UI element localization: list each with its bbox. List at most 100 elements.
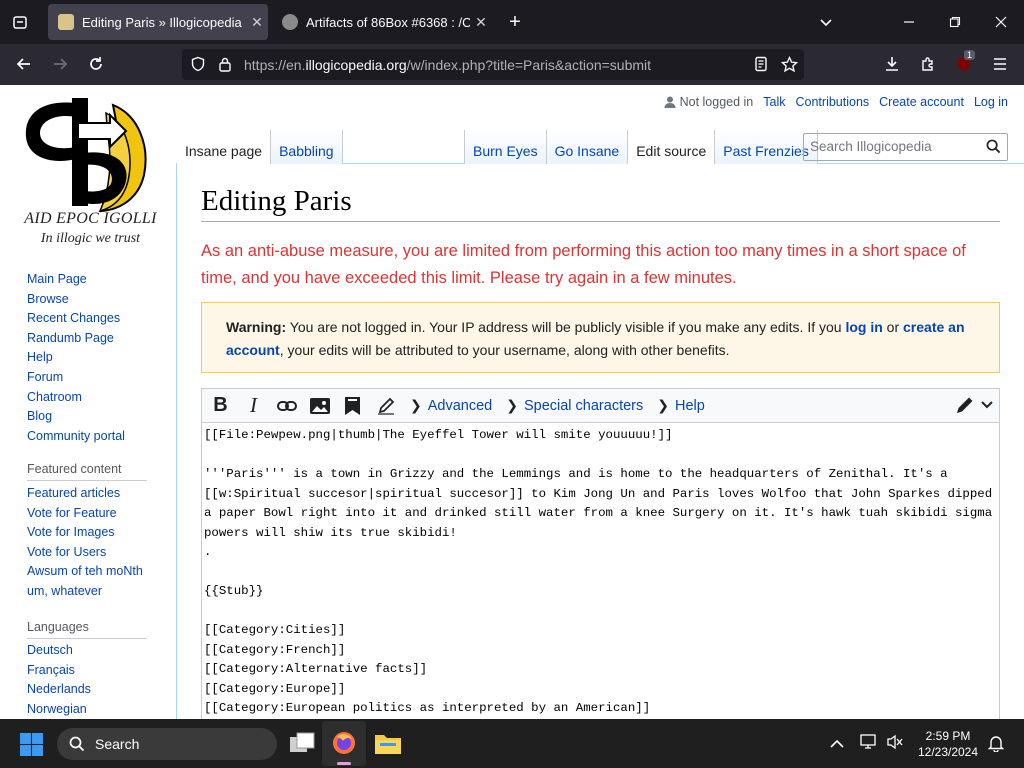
anon-warning-box: Warning: You are not logged in. Your IP …: [201, 302, 1000, 373]
list-all-tabs-icon[interactable]: [808, 8, 844, 36]
view-tabs: Burn Eyes Go Insane Edit source Past Fre…: [464, 130, 818, 164]
create-account-link[interactable]: Create account: [879, 95, 964, 109]
sidebar-item-awsum-month[interactable]: Awsum of teh moNth: [27, 562, 143, 582]
site-logo[interactable]: AID EPOC IGOLLI In illogic we trust: [18, 93, 163, 246]
contributions-link[interactable]: Contributions: [796, 95, 870, 109]
reader-view-icon[interactable]: [753, 56, 769, 77]
sidebar-item-browse[interactable]: Browse: [27, 290, 125, 310]
bookmark-star-icon[interactable]: [780, 55, 799, 78]
sidebar-item-randumb-page[interactable]: Randumb Page: [27, 329, 125, 349]
namespace-tabs: Insane page Babbling: [177, 130, 343, 164]
wikitext-editor[interactable]: [[File:Pewpew.png|thumb|The Eyeffel Towe…: [201, 423, 1000, 719]
sidebar-item-deutsch[interactable]: Deutsch: [27, 641, 91, 661]
close-window-icon[interactable]: [983, 8, 1019, 36]
editor-toolbar: B I ❯ Advanced ❯ Special characters ❯ Help: [201, 388, 1000, 423]
bold-icon[interactable]: B: [204, 389, 237, 422]
firefox-taskbar-button[interactable]: [322, 721, 366, 766]
italic-icon[interactable]: I: [237, 389, 270, 422]
tab-artifacts[interactable]: Artifacts of 86Box #6368 : /Old ✕: [272, 4, 492, 40]
sidebar-languages: Deutsch Français Nederlands Norwegian: [27, 641, 91, 719]
hamburger-menu-icon[interactable]: [984, 49, 1016, 79]
talk-link[interactable]: Talk: [763, 95, 785, 109]
taskbar-search[interactable]: Search: [57, 728, 277, 760]
advanced-button[interactable]: ❯ Advanced: [410, 397, 492, 414]
sidebar-item-featured-articles[interactable]: Featured articles: [27, 484, 143, 504]
logo-motto: In illogic we trust: [40, 231, 141, 246]
back-arrow-icon[interactable]: [8, 49, 40, 79]
close-tab-icon[interactable]: ✕: [470, 14, 492, 31]
sidebar-divider: [27, 480, 147, 481]
sidebar-item-forum[interactable]: Forum: [27, 368, 125, 388]
reference-icon[interactable]: [336, 389, 369, 422]
tab-edit-source[interactable]: Edit source: [627, 130, 715, 164]
extension-badge: 1: [964, 50, 976, 60]
tab-babbling[interactable]: Babbling: [270, 130, 343, 164]
new-tab-button[interactable]: +: [497, 8, 533, 36]
warning-log-in-link[interactable]: log in: [845, 319, 882, 335]
not-logged-in-label: Not logged in: [679, 95, 754, 109]
volume-muted-icon[interactable]: [886, 734, 904, 755]
system-clock[interactable]: 2:59 PM 12/23/2024: [916, 728, 980, 760]
tab-overview-icon[interactable]: [2, 8, 38, 36]
sidebar-item-blog[interactable]: Blog: [27, 407, 125, 427]
sidebar-item-vote-feature[interactable]: Vote for Feature: [27, 504, 143, 524]
chevron-right-icon: ❯: [506, 397, 518, 413]
windows-start-icon[interactable]: [20, 733, 43, 761]
minimize-icon[interactable]: [891, 8, 927, 36]
task-view-icon[interactable]: [289, 732, 315, 759]
tracking-shield-icon[interactable]: [190, 56, 206, 77]
tab-burn-eyes[interactable]: Burn Eyes: [464, 130, 546, 164]
chevron-right-icon: ❯: [410, 397, 422, 413]
sidebar-item-vote-users[interactable]: Vote for Users: [27, 543, 143, 563]
network-icon[interactable]: [860, 734, 878, 755]
tab-go-insane[interactable]: Go Insane: [545, 130, 628, 164]
notification-bell-icon[interactable]: [987, 734, 1005, 757]
log-in-link[interactable]: Log in: [974, 95, 1008, 109]
warning-text: or: [882, 319, 904, 335]
archive-favicon-icon: [282, 14, 298, 30]
reload-icon[interactable]: [80, 49, 112, 79]
url-path: /w/index.php?title=Paris&action=submit: [406, 56, 652, 73]
lock-icon[interactable]: [218, 56, 232, 77]
tab-editing-paris[interactable]: Editing Paris » Illogicopedia - T ✕: [48, 4, 268, 40]
signature-pencil-icon[interactable]: [369, 389, 402, 422]
editor-mode-switch[interactable]: [955, 395, 993, 415]
close-tab-icon[interactable]: ✕: [246, 14, 268, 31]
url-text: https://en.illogicopedia.org/w/index.php…: [244, 57, 651, 73]
sidebar-item-um-whatever[interactable]: um, whatever: [27, 582, 143, 602]
sidebar-item-francais[interactable]: Français: [27, 661, 91, 681]
sidebar-item-chatroom[interactable]: Chatroom: [27, 388, 125, 408]
sidebar-item-main-page[interactable]: Main Page: [27, 270, 125, 290]
tab-title: Editing Paris » Illogicopedia - T: [82, 14, 246, 30]
help-button[interactable]: ❯ Help: [657, 397, 705, 414]
file-explorer-icon[interactable]: [374, 731, 402, 760]
warning-text: You are not logged in. Your IP address w…: [286, 319, 846, 335]
sidebar-item-community-portal[interactable]: Community portal: [27, 427, 125, 447]
url-prefix: https://en.: [244, 56, 306, 73]
clock-time: 2:59 PM: [925, 729, 971, 743]
sidebar-item-recent-changes[interactable]: Recent Changes: [27, 309, 125, 329]
search-icon[interactable]: [986, 139, 1001, 157]
sidebar-divider: [27, 638, 147, 639]
url-bar[interactable]: https://en.illogicopedia.org/w/index.php…: [182, 49, 804, 80]
link-icon[interactable]: [270, 389, 303, 422]
sidebar-item-help[interactable]: Help: [27, 348, 125, 368]
ublock-extension-icon[interactable]: 1: [948, 49, 980, 79]
extensions-icon[interactable]: [912, 49, 944, 79]
chevron-up-icon[interactable]: [830, 736, 844, 754]
logo-title: AID EPOC IGOLLI: [24, 210, 157, 227]
tab-insane-page[interactable]: Insane page: [177, 130, 271, 164]
user-icon: [664, 96, 676, 108]
image-icon[interactable]: [303, 389, 336, 422]
search-input[interactable]: Search Illogicopedia: [803, 133, 1008, 161]
special-characters-button[interactable]: ❯ Special characters: [506, 397, 643, 414]
downloads-icon[interactable]: [876, 49, 908, 79]
sidebar-navigation: Main Page Browse Recent Changes Randumb …: [27, 270, 125, 446]
restore-icon[interactable]: [937, 8, 973, 36]
sidebar-item-norwegian[interactable]: Norwegian: [27, 700, 91, 719]
sidebar-item-nederlands[interactable]: Nederlands: [27, 680, 91, 700]
taskbar-search-label: Search: [95, 736, 140, 752]
windows-taskbar: Search 2:59 PM 12/23/2024: [0, 719, 1024, 768]
forward-arrow-icon[interactable]: [44, 49, 76, 79]
sidebar-item-vote-images[interactable]: Vote for Images: [27, 523, 143, 543]
